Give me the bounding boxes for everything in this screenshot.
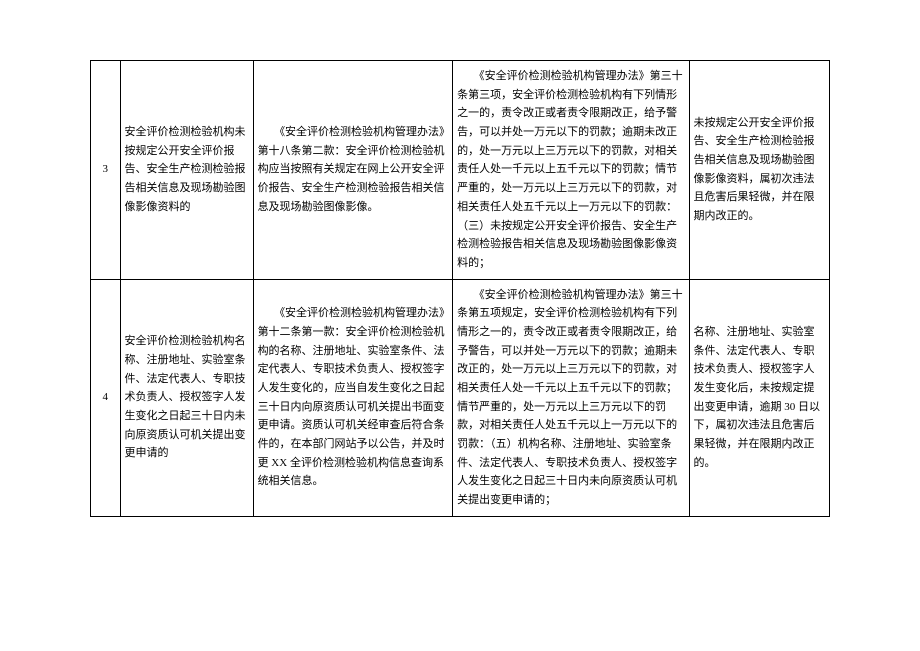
legal-basis: 《安全评价检测检验机构管理办法》第十二条第一款：安全评价检测检验机构的名称、注册… — [253, 279, 453, 516]
row-number: 3 — [91, 61, 121, 280]
penalty-basis: 《安全评价检测检验机构管理办法》第三十条第五项规定，安全评价检测检验机构有下列情… — [453, 279, 689, 516]
table-row: 3 安全评价检测检验机构未按规定公开安全评价报告、安全生产检测检验报告相关信息及… — [91, 61, 830, 280]
penalty-paragraph: 《安全评价检测检验机构管理办法》第三十条第三项，安全评价检测检验机构有下列情形之… — [457, 67, 684, 273]
regulation-table: 3 安全评价检测检验机构未按规定公开安全评价报告、安全生产检测检验报告相关信息及… — [90, 60, 830, 517]
item-name: 安全评价检测检验机构名称、注册地址、实验室条件、法定代表人、专职技术负责人、授权… — [120, 279, 253, 516]
legal-basis: 《安全评价检测检验机构管理办法》第十八条第二款：安全评价检测检验机构应当按照有关… — [253, 61, 453, 280]
row-number: 4 — [91, 279, 121, 516]
penalty-paragraph: 《安全评价检测检验机构管理办法》第三十条第五项规定，安全评价检测检验机构有下列情… — [457, 286, 684, 510]
table-row: 4 安全评价检测检验机构名称、注册地址、实验室条件、法定代表人、专职技术负责人、… — [91, 279, 830, 516]
applicable-condition: 未按规定公开安全评价报告、安全生产检测检验报告相关信息及现场勘验图像影像资料，属… — [689, 61, 829, 280]
basis-paragraph: 《安全评价检测检验机构管理办法》第十八条第二款：安全评价检测检验机构应当按照有关… — [258, 123, 449, 216]
penalty-basis: 《安全评价检测检验机构管理办法》第三十条第三项，安全评价检测检验机构有下列情形之… — [453, 61, 689, 280]
item-name: 安全评价检测检验机构未按规定公开安全评价报告、安全生产检测检验报告相关信息及现场… — [120, 61, 253, 280]
basis-paragraph: 《安全评价检测检验机构管理办法》第十二条第一款：安全评价检测检验机构的名称、注册… — [258, 304, 449, 491]
applicable-condition: 名称、注册地址、实验室条件、法定代表人、专职技术负责人、授权签字人发生变化后，未… — [689, 279, 829, 516]
